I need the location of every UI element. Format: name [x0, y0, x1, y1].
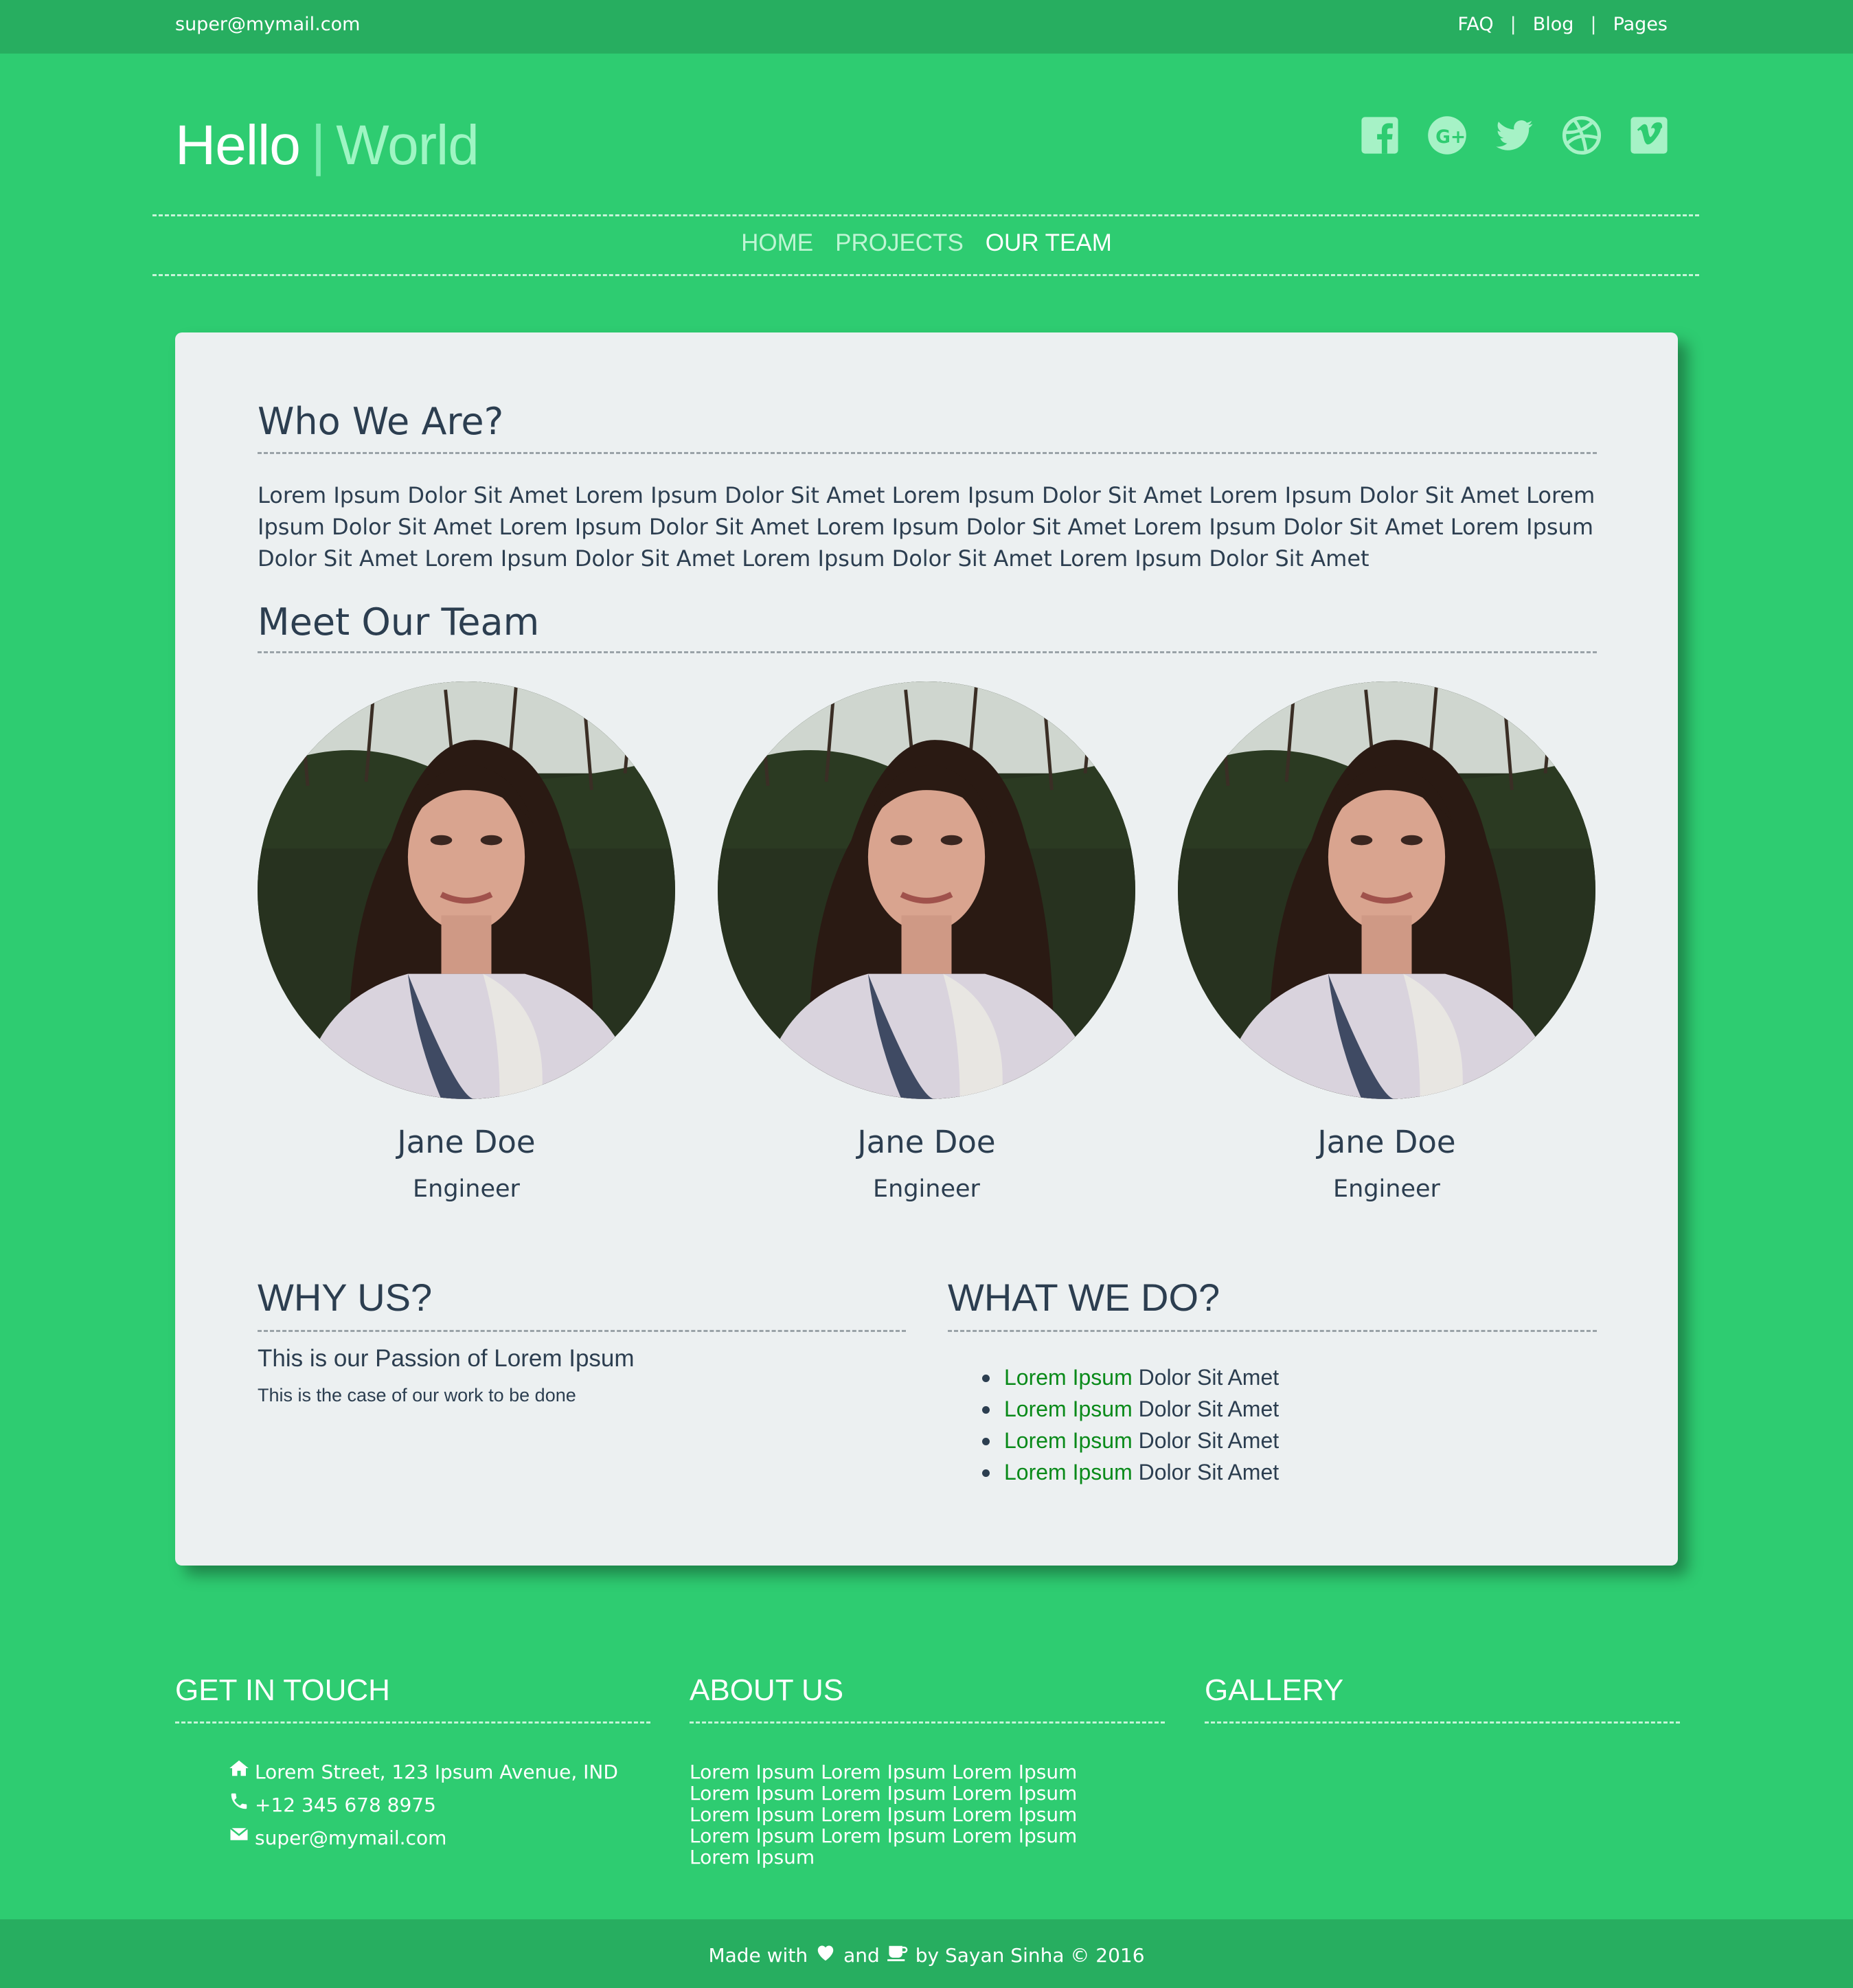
gallery-heading: GALLERY	[1205, 1673, 1344, 1707]
meet-our-team-heading: Meet Our Team	[258, 600, 540, 644]
vimeo-icon[interactable]	[1629, 115, 1669, 155]
phone-text[interactable]: +12 345 678 8975	[255, 1789, 436, 1822]
top-bar: super@mymail.com FAQ | Blog | Pages	[0, 0, 1853, 54]
member-photo	[258, 681, 675, 1099]
content-card: Who We Are? Lorem Ipsum Dolor Sit Amet L…	[175, 332, 1678, 1566]
what-we-do-list: Lorem Ipsum Dolor Sit Amet Lorem Ipsum D…	[982, 1362, 1279, 1488]
separator: |	[1510, 14, 1516, 35]
dribbble-icon[interactable]	[1562, 115, 1602, 155]
envelope-icon	[229, 1822, 249, 1855]
member-name: Jane Doe	[1317, 1124, 1456, 1160]
member-role: Engineer	[1333, 1175, 1440, 1203]
credit-made-with: Made with	[708, 1944, 808, 1967]
why-us-subtitle: This is our Passion of Lorem Ipsum	[258, 1345, 635, 1372]
team-member-card: Jane Doe Engineer	[258, 681, 675, 1203]
contact-info: Lorem Street, 123 Ipsum Avenue, IND +12 …	[229, 1756, 618, 1855]
about-us-heading: ABOUT US	[690, 1673, 844, 1707]
contact-email: super@mymail.com	[229, 1822, 618, 1855]
why-us-text: This is the case of our work to be done	[258, 1385, 576, 1405]
what-we-do-heading: WHAT WE DO?	[948, 1276, 1220, 1319]
divider	[258, 452, 1597, 454]
logo-hello: Hello	[175, 114, 301, 177]
why-us-heading: WHY US?	[258, 1276, 433, 1319]
list-item: Lorem Ipsum Dolor Sit Amet	[982, 1456, 1279, 1488]
logo-bar: |	[310, 114, 326, 177]
heart-icon	[815, 1943, 837, 1968]
address-text: Lorem Street, 123 Ipsum Avenue, IND	[255, 1761, 618, 1783]
home-icon	[229, 1756, 249, 1789]
list-item-text: Dolor Sit Amet	[1138, 1460, 1280, 1484]
logo-world: World	[336, 114, 479, 177]
nav-home[interactable]: HOME	[741, 229, 813, 257]
pages-link[interactable]: Pages	[1613, 14, 1668, 35]
svg-text:G+: G+	[1435, 126, 1466, 148]
faq-link[interactable]: FAQ	[1457, 14, 1493, 35]
credit-and: and	[843, 1944, 880, 1967]
member-name: Jane Doe	[857, 1124, 996, 1160]
member-photo	[718, 681, 1135, 1099]
divider	[948, 1330, 1597, 1332]
divider	[258, 651, 1597, 653]
list-item: Lorem Ipsum Dolor Sit Amet	[982, 1393, 1279, 1425]
list-item: Lorem Ipsum Dolor Sit Amet	[982, 1362, 1279, 1393]
team-member-card: Jane Doe Engineer	[1178, 681, 1595, 1203]
list-item: Lorem Ipsum Dolor Sit Amet	[982, 1425, 1279, 1456]
list-item-highlight[interactable]: Lorem Ipsum	[1004, 1460, 1133, 1484]
list-item-text: Dolor Sit Amet	[1138, 1365, 1280, 1390]
main-nav: HOME PROJECTS OUR TEAM	[0, 229, 1853, 257]
nav-projects[interactable]: PROJECTS	[835, 229, 964, 257]
blog-link[interactable]: Blog	[1533, 14, 1574, 35]
footer-divider	[175, 1721, 650, 1724]
contact-address: Lorem Street, 123 Ipsum Avenue, IND	[229, 1756, 618, 1789]
member-name: Jane Doe	[397, 1124, 536, 1160]
nav-our-team[interactable]: OUR TEAM	[986, 229, 1112, 257]
list-item-highlight[interactable]: Lorem Ipsum	[1004, 1365, 1133, 1390]
contact-phone: +12 345 678 8975	[229, 1789, 618, 1822]
list-item-text: Dolor Sit Amet	[1138, 1397, 1280, 1421]
top-email-link[interactable]: super@mymail.com	[175, 14, 360, 35]
member-photo	[1178, 681, 1595, 1099]
about-us-text: Lorem Ipsum Lorem Ipsum Lorem Ipsum Lore…	[690, 1761, 1078, 1868]
top-links: FAQ | Blog | Pages	[1457, 14, 1668, 35]
coffee-icon	[887, 1943, 909, 1968]
list-item-highlight[interactable]: Lorem Ipsum	[1004, 1397, 1133, 1421]
email-text[interactable]: super@mymail.com	[255, 1822, 446, 1855]
divider	[258, 1330, 906, 1332]
footer-credit-bar: Made with and by Sayan Sinha © 2016	[0, 1919, 1853, 1988]
list-item-text: Dolor Sit Amet	[1138, 1428, 1280, 1453]
credit-author[interactable]: by Sayan Sinha © 2016	[916, 1944, 1145, 1967]
member-role: Engineer	[413, 1175, 520, 1203]
team-member-card: Jane Doe Engineer	[718, 681, 1135, 1203]
member-role: Engineer	[873, 1175, 980, 1203]
list-item-highlight[interactable]: Lorem Ipsum	[1004, 1428, 1133, 1453]
facebook-icon[interactable]	[1360, 115, 1400, 155]
twitter-icon[interactable]	[1494, 115, 1534, 155]
nav-bottom-divider	[152, 274, 1699, 276]
who-we-are-text: Lorem Ipsum Dolor Sit Amet Lorem Ipsum D…	[258, 482, 1595, 572]
google-plus-icon[interactable]: G+	[1427, 115, 1467, 155]
get-in-touch-heading: GET IN TOUCH	[175, 1673, 390, 1707]
footer-divider	[690, 1721, 1165, 1724]
footer-divider	[1205, 1721, 1680, 1724]
social-icons: G+	[1360, 115, 1669, 155]
who-we-are-heading: Who We Are?	[258, 400, 504, 443]
separator: |	[1590, 14, 1597, 35]
phone-icon	[229, 1789, 249, 1822]
nav-top-divider	[152, 214, 1699, 216]
credit-line: Made with and by Sayan Sinha © 2016	[0, 1943, 1853, 1968]
site-logo[interactable]: Hello | World	[175, 113, 479, 178]
